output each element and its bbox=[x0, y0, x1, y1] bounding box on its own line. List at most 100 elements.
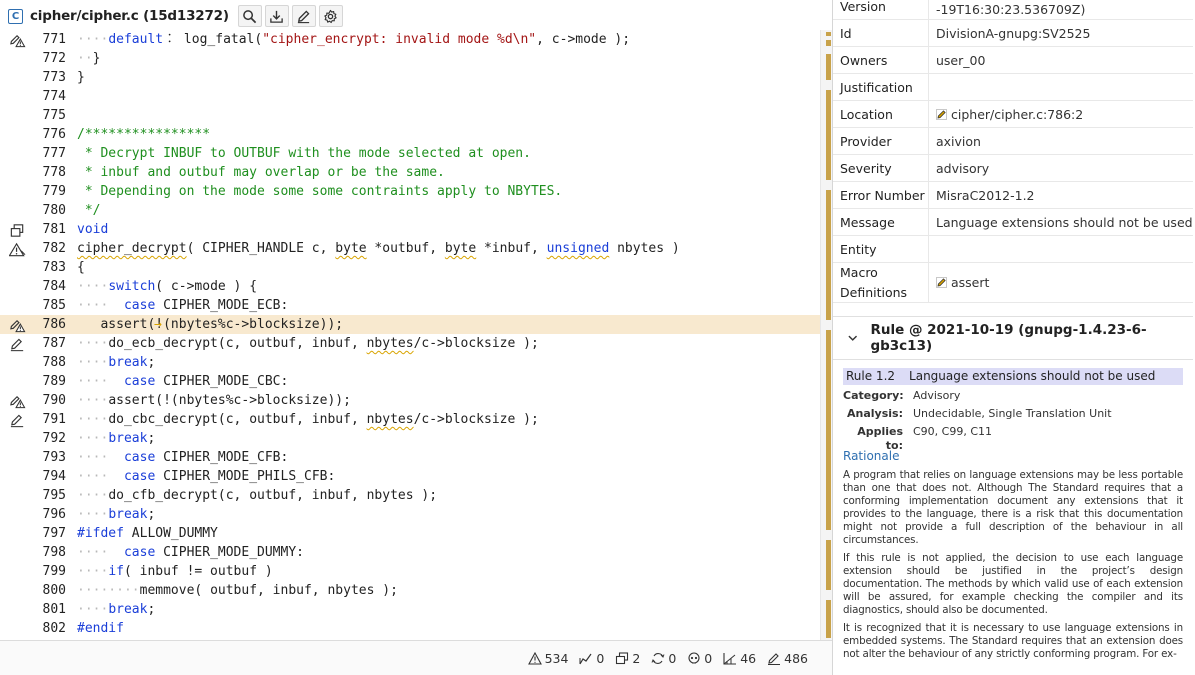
edit-button[interactable] bbox=[291, 5, 316, 27]
code-line[interactable]: 778 * inbuf and outbuf may overlap or be… bbox=[0, 163, 820, 182]
code-line[interactable]: 793 ···· case CIPHER_MODE_CFB: bbox=[0, 448, 820, 467]
code-token: case bbox=[123, 374, 156, 389]
line-number: 793 bbox=[42, 450, 66, 465]
code-line[interactable]: 779 * Depending on the mode some some co… bbox=[0, 182, 820, 201]
code-line[interactable]: 773} bbox=[0, 68, 820, 87]
line-number: 787 bbox=[42, 336, 66, 351]
status-metric-count[interactable]: 46 bbox=[723, 651, 756, 666]
line-number: 784 bbox=[42, 279, 66, 294]
code-line[interactable]: 788 ····break; bbox=[0, 353, 820, 372]
code-line[interactable]: 799 ····if( inbuf != outbuf ) bbox=[0, 562, 820, 581]
code-token: CIPHER_MODE_PHILS_CFB: bbox=[155, 469, 336, 484]
code-text: /**************** bbox=[77, 125, 210, 144]
settings-button[interactable] bbox=[318, 5, 343, 27]
code-token: assert(!(nbytes%c->blocksize)); bbox=[77, 317, 344, 332]
code-line[interactable]: 775 bbox=[0, 106, 820, 125]
trend-icon bbox=[579, 652, 596, 665]
code-line[interactable]: 772 ··} bbox=[0, 49, 820, 68]
line-number: 774 bbox=[42, 89, 66, 104]
property-value[interactable]: cipher/cipher.c:786:2 bbox=[929, 101, 1083, 127]
property-row: Provider axivion bbox=[833, 128, 1193, 155]
code-line[interactable]: 786 → assert(!(nbytes%c->blocksize)); bbox=[0, 315, 820, 334]
property-value-text: user_00 bbox=[936, 52, 986, 68]
line-number: 796 bbox=[42, 507, 66, 522]
code-view[interactable]: 771 ····default︰ log_fatal("cipher_encryp… bbox=[0, 30, 820, 640]
status-edit-count[interactable]: 486 bbox=[767, 651, 808, 666]
edit-icon bbox=[298, 10, 310, 23]
copy-icon[interactable] bbox=[8, 222, 26, 238]
code-line[interactable]: 802 #endif bbox=[0, 619, 820, 638]
code-line[interactable]: 784 ····switch( c->mode ) { bbox=[0, 277, 820, 296]
code-line[interactable]: 800 ········memmove( outbuf, inbuf, nbyte… bbox=[0, 581, 820, 600]
search-button[interactable] bbox=[237, 5, 262, 27]
code-line[interactable]: 771 ····default︰ log_fatal("cipher_encryp… bbox=[0, 30, 820, 49]
code-line[interactable]: 789 ···· case CIPHER_MODE_CBC: bbox=[0, 372, 820, 391]
download-button[interactable] bbox=[264, 5, 289, 27]
status-count-value: 0 bbox=[596, 650, 605, 666]
code-token: ···· bbox=[77, 279, 109, 294]
code-token: ···· bbox=[77, 431, 109, 446]
property-row: Severity advisory bbox=[833, 155, 1193, 182]
code-line[interactable]: 774 bbox=[0, 87, 820, 106]
analysis-label: Analysis: bbox=[847, 407, 903, 420]
skull-icon bbox=[687, 651, 704, 665]
code-line[interactable]: 794 ···· case CIPHER_MODE_PHILS_CFB: bbox=[0, 467, 820, 486]
code-token: → bbox=[154, 317, 162, 332]
status-warning-count[interactable]: 534 bbox=[527, 651, 568, 666]
edit-warning-icon[interactable] bbox=[8, 32, 26, 48]
edit-warning-icon[interactable] bbox=[8, 317, 26, 333]
code-line[interactable]: 801 ····break; bbox=[0, 600, 820, 619]
edit-warning-icon[interactable] bbox=[8, 393, 26, 409]
line-number: 772 bbox=[42, 51, 66, 66]
rule-number: Rule 1.2 bbox=[846, 369, 896, 383]
code-token: default bbox=[108, 32, 164, 47]
code-token: CIPHER_MODE_ECB: bbox=[155, 298, 289, 313]
edit-icon[interactable] bbox=[8, 412, 26, 428]
code-line[interactable]: 791 ····do_cbc_decrypt(c, outbuf, inbuf, … bbox=[0, 410, 820, 429]
line-number: 788 bbox=[42, 355, 66, 370]
line-number: 773 bbox=[42, 70, 66, 85]
status-trend-count[interactable]: 0 bbox=[579, 651, 604, 666]
line-number: 798 bbox=[42, 545, 66, 560]
code-line[interactable]: 798 ···· case CIPHER_MODE_DUMMY: bbox=[0, 543, 820, 562]
code-text: #endif bbox=[77, 619, 124, 638]
code-token: byte bbox=[335, 241, 367, 256]
code-token: case bbox=[123, 450, 156, 465]
property-row: Macro Definitions assert bbox=[833, 263, 1193, 303]
rule-section-header[interactable]: Rule @ 2021-10-19 (gnupg-1.4.23-6-gb3c13… bbox=[833, 316, 1193, 360]
property-key: Id bbox=[833, 20, 929, 46]
rule-analysis-row: Analysis: Undecidable, Single Translatio… bbox=[843, 407, 1183, 421]
status-skull-count[interactable]: 0 bbox=[687, 651, 712, 666]
line-number: 790 bbox=[42, 393, 66, 408]
code-line[interactable]: 787 ····do_ecb_decrypt(c, outbuf, inbuf, … bbox=[0, 334, 820, 353]
code-line[interactable]: 792 ····break; bbox=[0, 429, 820, 448]
code-token: ···· bbox=[77, 32, 109, 47]
code-line[interactable]: 796 ····break; bbox=[0, 505, 820, 524]
code-line[interactable]: 785 ···· case CIPHER_MODE_ECB: bbox=[0, 296, 820, 315]
warning-icon[interactable] bbox=[8, 241, 26, 257]
code-line[interactable]: 781 void bbox=[0, 220, 820, 239]
code-line[interactable]: 790 ····assert(!(nbytes%c->blocksize)); bbox=[0, 391, 820, 410]
property-value[interactable]: assert bbox=[929, 263, 989, 302]
code-token: ········ bbox=[77, 583, 140, 598]
line-number: 780 bbox=[42, 203, 66, 218]
code-line[interactable]: 782 cipher_decrypt( CIPHER_HANDLE c, byte… bbox=[0, 239, 820, 258]
edit-icon[interactable] bbox=[8, 336, 26, 352]
code-line[interactable]: 777 * Decrypt INBUF to OUTBUF with the m… bbox=[0, 144, 820, 163]
code-line[interactable]: 795 ····do_cfb_decrypt(c, outbuf, inbuf, … bbox=[0, 486, 820, 505]
code-line[interactable]: 783 { bbox=[0, 258, 820, 277]
code-line[interactable]: 780 */ bbox=[0, 201, 820, 220]
code-token: } bbox=[77, 70, 85, 85]
code-text: ····do_cfb_decrypt(c, outbuf, inbuf, nby… bbox=[77, 486, 437, 505]
code-token: ···· bbox=[77, 298, 109, 313]
code-token: do_cfb_decrypt(c, outbuf, inbuf, nbytes … bbox=[108, 488, 438, 503]
code-line[interactable]: 797 #ifdef ALLOW_DUMMY bbox=[0, 524, 820, 543]
code-token: *outbuf, bbox=[366, 241, 445, 256]
source-editor-pane: C cipher/cipher.c (15d13272) 771 ····defa… bbox=[0, 0, 832, 675]
status-copy-count[interactable]: 2 bbox=[615, 651, 640, 666]
line-number: 800 bbox=[42, 583, 66, 598]
code-token: ; bbox=[147, 431, 156, 446]
code-line[interactable]: 776 /**************** bbox=[0, 125, 820, 144]
status-cycle-count[interactable]: 0 bbox=[651, 651, 676, 666]
code-token: nbytes ) bbox=[609, 241, 680, 256]
